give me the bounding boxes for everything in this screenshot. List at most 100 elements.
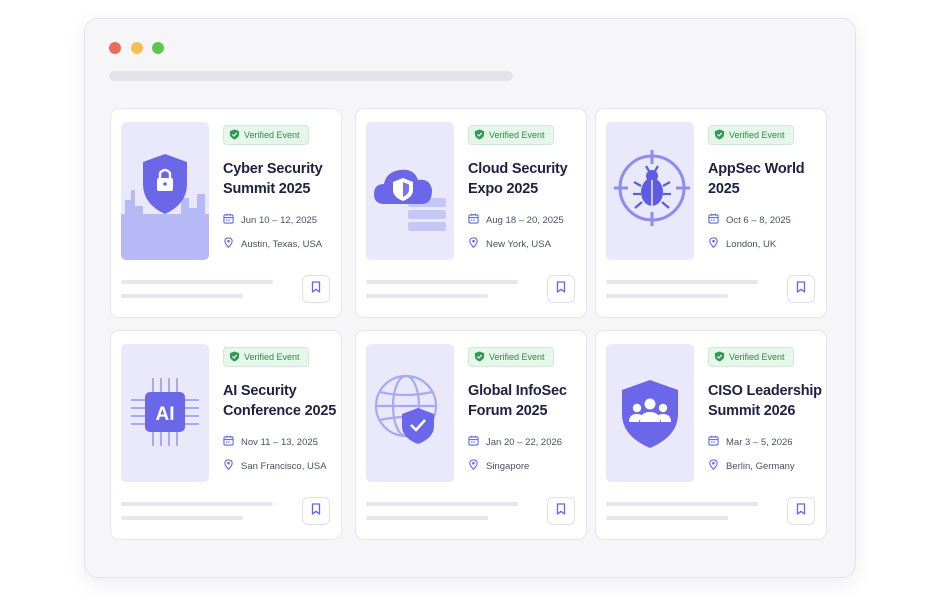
svg-text:AI: AI xyxy=(156,404,175,425)
bookmark-icon xyxy=(555,280,567,298)
event-location-text: New York, USA xyxy=(486,238,551,250)
event-date-text: Oct 6 – 8, 2025 xyxy=(726,214,791,226)
verified-badge: Verified Event xyxy=(468,125,554,145)
placeholder-line xyxy=(121,280,273,284)
event-location-text: Berlin, Germany xyxy=(726,460,795,472)
address-bar[interactable] xyxy=(109,71,513,81)
bookmark-button[interactable] xyxy=(302,275,330,303)
calendar-icon xyxy=(468,435,479,449)
event-location: San Francisco, USA xyxy=(223,459,327,473)
placeholder-line xyxy=(606,294,728,298)
verified-badge: Verified Event xyxy=(223,347,309,367)
event-title[interactable]: AI Security Conference 2025 xyxy=(223,381,341,421)
minimize-window-button[interactable] xyxy=(131,42,143,54)
event-date: Jan 20 – 22, 2026 xyxy=(468,435,562,449)
placeholder-line xyxy=(366,294,488,298)
event-location-text: San Francisco, USA xyxy=(241,460,327,472)
bookmark-button[interactable] xyxy=(302,497,330,525)
event-card[interactable]: Verified Event Cloud Security Expo 2025 … xyxy=(355,108,587,318)
event-title[interactable]: Cloud Security Expo 2025 xyxy=(468,159,586,199)
bookmark-icon xyxy=(795,280,807,298)
event-date: Aug 18 – 20, 2025 xyxy=(468,213,564,227)
close-window-button[interactable] xyxy=(109,42,121,54)
verified-badge-label: Verified Event xyxy=(729,352,785,362)
placeholder-line xyxy=(366,280,518,284)
event-location: New York, USA xyxy=(468,237,551,251)
verified-badge: Verified Event xyxy=(223,125,309,145)
placeholder-line xyxy=(606,502,758,506)
event-card[interactable]: AI Verified Event AI Security Conference… xyxy=(110,330,342,540)
location-pin-icon xyxy=(708,459,719,473)
event-location-text: London, UK xyxy=(726,238,777,250)
location-pin-icon xyxy=(468,459,479,473)
bookmark-icon xyxy=(795,502,807,520)
event-date: Jun 10 – 12, 2025 xyxy=(223,213,317,227)
event-location-text: Austin, Texas, USA xyxy=(241,238,323,250)
bug-target-icon xyxy=(606,122,694,260)
shield-check-icon xyxy=(474,350,485,364)
location-pin-icon xyxy=(223,459,234,473)
placeholder-line xyxy=(606,516,728,520)
calendar-icon xyxy=(468,213,479,227)
bookmark-button[interactable] xyxy=(547,275,575,303)
verified-badge-label: Verified Event xyxy=(729,130,785,140)
event-title[interactable]: Global InfoSec Forum 2025 xyxy=(468,381,586,421)
verified-badge: Verified Event xyxy=(708,125,794,145)
bookmark-button[interactable] xyxy=(547,497,575,525)
event-date-text: Jun 10 – 12, 2025 xyxy=(241,214,318,226)
event-location: Austin, Texas, USA xyxy=(223,237,322,251)
placeholder-line xyxy=(366,516,488,520)
event-date-text: Aug 18 – 20, 2025 xyxy=(486,214,564,226)
location-pin-icon xyxy=(708,237,719,251)
placeholder-line xyxy=(121,502,273,506)
event-location-text: Singapore xyxy=(486,460,530,472)
verified-badge: Verified Event xyxy=(708,347,794,367)
event-location: Singapore xyxy=(468,459,529,473)
bookmark-icon xyxy=(310,280,322,298)
globe-shield-icon xyxy=(366,344,454,482)
bookmark-button[interactable] xyxy=(787,275,815,303)
calendar-icon xyxy=(708,213,719,227)
event-card[interactable]: Verified Event Global InfoSec Forum 2025… xyxy=(355,330,587,540)
ai-chip-icon: AI xyxy=(121,344,209,482)
event-card[interactable]: Verified Event AppSec World 2025 Oct 6 –… xyxy=(595,108,827,318)
shield-check-icon xyxy=(714,128,725,142)
placeholder-line xyxy=(121,516,243,520)
placeholder-line xyxy=(606,280,758,284)
calendar-icon xyxy=(223,213,234,227)
event-card[interactable]: Verified Event Cyber Security Summit 202… xyxy=(110,108,342,318)
shield-team-icon xyxy=(606,344,694,482)
event-date: Mar 3 – 5, 2026 xyxy=(708,435,793,449)
verified-badge-label: Verified Event xyxy=(244,130,300,140)
event-date: Oct 6 – 8, 2025 xyxy=(708,213,791,227)
bookmark-button[interactable] xyxy=(787,497,815,525)
event-location: Berlin, Germany xyxy=(708,459,795,473)
location-pin-icon xyxy=(468,237,479,251)
event-title[interactable]: Cyber Security Summit 2025 xyxy=(223,159,341,199)
location-pin-icon xyxy=(223,237,234,251)
placeholder-line xyxy=(121,294,243,298)
verified-badge-label: Verified Event xyxy=(489,130,545,140)
shield-check-icon xyxy=(714,350,725,364)
verified-badge: Verified Event xyxy=(468,347,554,367)
bookmark-icon xyxy=(555,502,567,520)
shield-lock-icon xyxy=(121,122,209,260)
event-card[interactable]: Verified Event CISO Leadership Summit 20… xyxy=(595,330,827,540)
shield-check-icon xyxy=(229,128,240,142)
bookmark-icon xyxy=(310,502,322,520)
verified-badge-label: Verified Event xyxy=(489,352,545,362)
verified-badge-label: Verified Event xyxy=(244,352,300,362)
event-date-text: Nov 11 – 13, 2025 xyxy=(241,436,318,448)
maximize-window-button[interactable] xyxy=(152,42,164,54)
event-date-text: Mar 3 – 5, 2026 xyxy=(726,436,793,448)
event-date: Nov 11 – 13, 2025 xyxy=(223,435,318,449)
calendar-icon xyxy=(708,435,719,449)
shield-check-icon xyxy=(229,350,240,364)
event-location: London, UK xyxy=(708,237,776,251)
cloud-shield-icon xyxy=(366,122,454,260)
event-title[interactable]: AppSec World 2025 xyxy=(708,159,826,199)
placeholder-line xyxy=(366,502,518,506)
event-date-text: Jan 20 – 22, 2026 xyxy=(486,436,563,448)
event-title[interactable]: CISO Leadership Summit 2026 xyxy=(708,381,826,421)
shield-check-icon xyxy=(474,128,485,142)
